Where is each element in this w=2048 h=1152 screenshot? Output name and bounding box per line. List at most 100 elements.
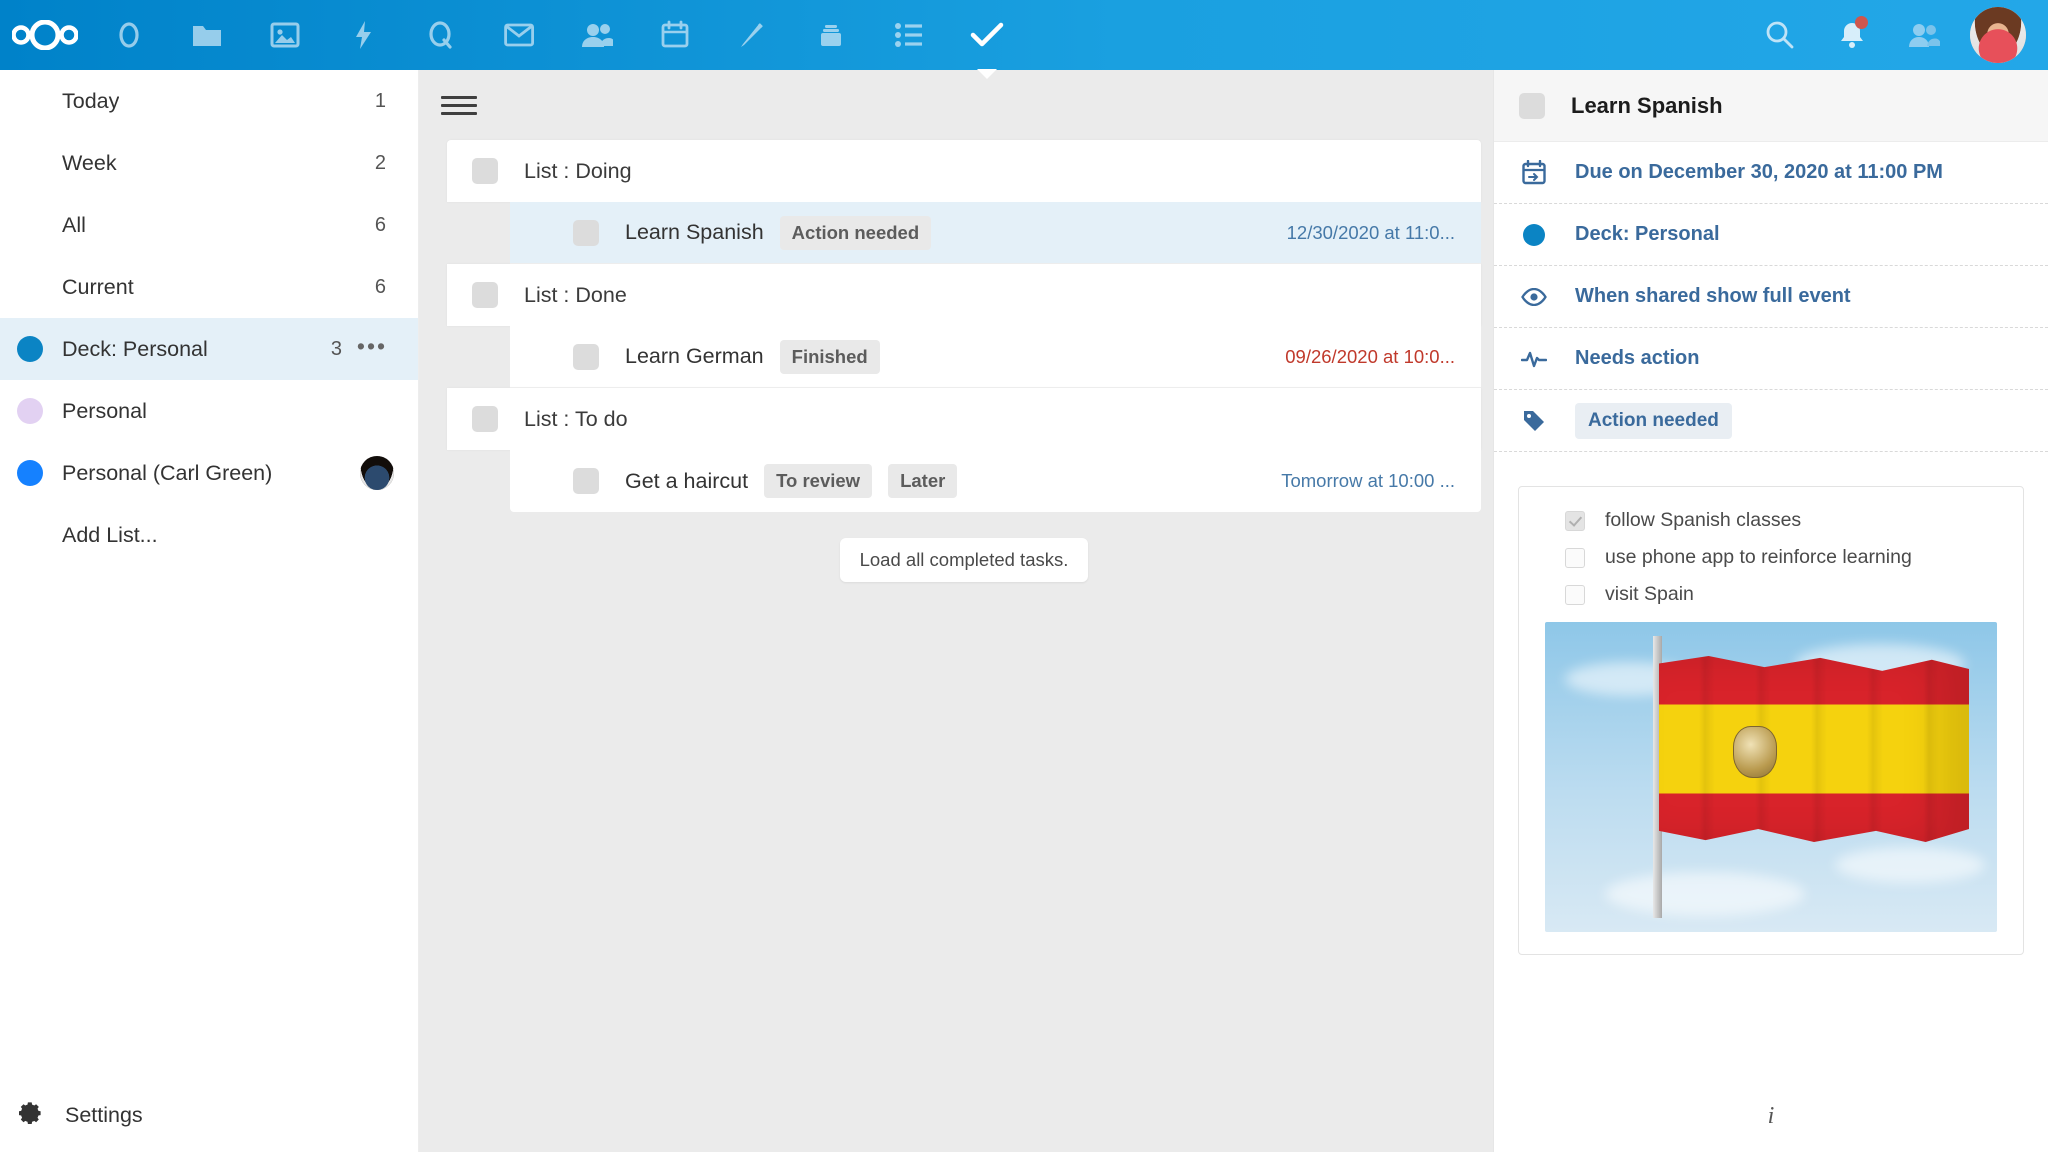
checklist-label: use phone app to reinforce learning	[1605, 546, 1912, 568]
task-list: List : Doing Learn Spanish Action needed…	[419, 140, 1493, 582]
photos-icon[interactable]	[246, 0, 324, 70]
detail-status-text: Needs action	[1575, 347, 1700, 369]
group-checkbox[interactable]	[472, 158, 498, 184]
pulse-icon	[1519, 350, 1549, 368]
checklist-checkbox[interactable]	[1565, 547, 1585, 568]
task-title: Get a haircut	[625, 468, 749, 493]
list-icon[interactable]	[870, 0, 948, 70]
files-icon[interactable]	[168, 0, 246, 70]
task-due-date: 12/30/2020 at 11:0...	[1286, 221, 1455, 243]
list-group-header-done[interactable]: List : Done	[447, 264, 1481, 326]
sidebar-item-menu-icon[interactable]: •••	[350, 335, 394, 358]
sidebar-item-personal[interactable]: Personal	[0, 380, 418, 442]
nextcloud-logo[interactable]	[0, 20, 90, 50]
spain-coat-of-arms	[1733, 726, 1777, 778]
task-checkbox[interactable]	[573, 468, 599, 494]
settings-label: Settings	[65, 1102, 143, 1127]
calendar-icon[interactable]	[636, 0, 714, 70]
task-description-card[interactable]: follow Spanish classes use phone app to …	[1518, 486, 2024, 955]
sidebar-item-label: Deck: Personal	[62, 336, 208, 361]
sidebar-item-label: All	[62, 212, 86, 237]
list-group-header-doing[interactable]: List : Doing	[447, 140, 1481, 202]
hamburger-icon[interactable]	[441, 91, 477, 120]
activity-icon[interactable]	[324, 0, 402, 70]
task-tag: Finished	[779, 339, 880, 374]
task-detail-panel: Learn Spanish Due on December 30, 2020 a…	[1493, 70, 2048, 1152]
tasks-icon[interactable]	[948, 0, 1026, 70]
checklist-item[interactable]: follow Spanish classes	[1539, 509, 2003, 532]
list-group-title: List : To do	[524, 406, 628, 431]
task-title: Learn German	[625, 344, 764, 368]
task-tag: Action needed	[779, 215, 932, 250]
checklist-label: visit Spain	[1605, 583, 1694, 605]
search-icon[interactable]	[1744, 0, 1816, 70]
task-row[interactable]: Learn German Finished 09/26/2020 at 10:0…	[510, 326, 1481, 388]
list-color-dot	[17, 398, 43, 424]
detail-tag-chip[interactable]: Action needed	[1575, 402, 1732, 439]
sidebar-item-label: Personal (Carl Green)	[62, 460, 273, 485]
checklist-checkbox[interactable]	[1565, 510, 1585, 531]
task-checkbox[interactable]	[573, 219, 599, 246]
user-avatar[interactable]	[1970, 7, 2026, 63]
sidebar-item-add-list[interactable]: Add List...	[0, 504, 418, 566]
info-icon[interactable]: i	[1494, 1080, 2048, 1152]
main-toolbar	[419, 70, 1493, 140]
sidebar-item-label: Add List...	[62, 522, 158, 547]
task-row[interactable]: Get a haircut To review Later Tomorrow a…	[510, 450, 1481, 512]
sidebar-item-count: 1	[374, 89, 386, 112]
sidebar-item-week[interactable]: Week 2	[0, 132, 418, 194]
sidebar-item-label: Current	[62, 274, 134, 299]
list-group-title: List : Doing	[524, 158, 632, 183]
group-checkbox[interactable]	[472, 282, 498, 308]
spanish-flag	[1659, 656, 1969, 842]
shared-user-avatar	[360, 456, 394, 490]
contacts-icon[interactable]	[558, 0, 636, 70]
checklist-label: follow Spanish classes	[1605, 509, 1802, 531]
detail-task-checkbox[interactable]	[1519, 92, 1545, 119]
task-due-date: Tomorrow at 10:00 ...	[1281, 470, 1455, 491]
detail-row-tags[interactable]: Action needed	[1494, 390, 2048, 452]
group-checkbox[interactable]	[472, 406, 498, 432]
header-right-actions	[1744, 0, 2048, 70]
search-app-icon[interactable]	[402, 0, 480, 70]
sidebar-item-personal-carl-green[interactable]: Personal (Carl Green)	[0, 442, 418, 504]
sidebar-item-deck-personal[interactable]: Deck: Personal 3 •••	[0, 318, 418, 380]
contacts-menu-icon[interactable]	[1888, 0, 1960, 70]
deck-icon[interactable]	[792, 0, 870, 70]
top-header-bar	[0, 0, 2048, 70]
checklist-item[interactable]: use phone app to reinforce learning	[1539, 546, 2003, 569]
list-group-header-todo[interactable]: List : To do	[447, 388, 1481, 450]
sidebar-item-count: 6	[374, 275, 386, 298]
notifications-bell-icon[interactable]	[1816, 0, 1888, 70]
detail-due-date-text: Due on December 30, 2020 at 11:00 PM	[1575, 161, 1943, 183]
notification-badge	[1855, 16, 1868, 29]
task-row[interactable]: Learn Spanish Action needed 12/30/2020 a…	[510, 202, 1481, 264]
detail-row-status[interactable]: Needs action	[1494, 328, 2048, 390]
task-tag: Later	[888, 464, 958, 498]
detail-list-text: Deck: Personal	[1575, 223, 1720, 245]
checklist-checkbox[interactable]	[1565, 584, 1585, 605]
list-color-dot	[1519, 223, 1549, 246]
left-sidebar: Today 1 Week 2 All 6 Current 6 Deck: Per…	[0, 70, 419, 1152]
checklist-item[interactable]: visit Spain	[1539, 583, 2003, 606]
detail-row-visibility[interactable]: When shared show full event	[1494, 266, 2048, 328]
dashboard-icon[interactable]	[90, 0, 168, 70]
mail-icon[interactable]	[480, 0, 558, 70]
sidebar-item-current[interactable]: Current 6	[0, 256, 418, 318]
tag-icon	[1519, 409, 1549, 433]
detail-row-due-date[interactable]: Due on December 30, 2020 at 11:00 PM	[1494, 142, 2048, 204]
load-more-wrapper: Load all completed tasks.	[447, 538, 1481, 582]
load-completed-tasks-button[interactable]: Load all completed tasks.	[839, 538, 1089, 582]
sidebar-item-label: Personal	[62, 398, 147, 423]
sidebar-settings-button[interactable]: Settings	[0, 1078, 418, 1152]
sidebar-item-count: 6	[374, 213, 386, 236]
gear-icon	[17, 1100, 43, 1131]
task-checkbox[interactable]	[573, 343, 599, 370]
detail-row-list[interactable]: Deck: Personal	[1494, 204, 2048, 266]
sidebar-item-today[interactable]: Today 1	[0, 70, 418, 132]
calendar-due-icon	[1519, 159, 1549, 186]
notes-icon[interactable]	[714, 0, 792, 70]
eye-icon	[1519, 287, 1549, 306]
sidebar-item-all[interactable]: All 6	[0, 194, 418, 256]
app-navigation	[90, 0, 1026, 70]
